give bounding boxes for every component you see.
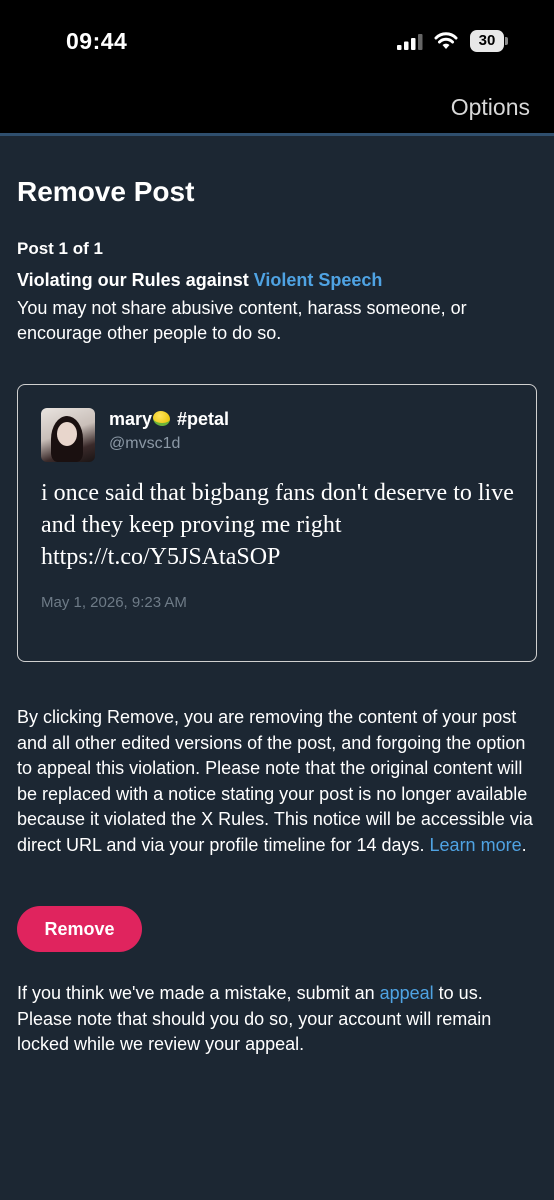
display-name-start: mary [109,409,153,429]
violation-heading: Violating our Rules against Violent Spee… [17,270,382,291]
learn-more-link[interactable]: Learn more [430,835,522,855]
violation-prefix: Violating our Rules against [17,270,254,290]
wifi-icon [434,32,458,49]
remove-button[interactable]: Remove [17,906,142,952]
display-name-end: #petal [172,409,230,429]
status-time: 09:44 [66,28,128,54]
violation-description: You may not share abusive content, haras… [17,298,467,343]
lemon-icon [153,411,171,426]
battery-tip [505,37,508,45]
display-name: mary #petal [109,409,229,430]
notice-end: . [521,834,527,855]
user-handle: @mvsc1d [109,435,181,452]
notice-text: By clicking Remove, you are removing the… [17,707,533,855]
avatar [41,408,95,462]
post-counter: Post 1 of 1 [17,239,103,258]
battery-icon: 30 [470,30,504,52]
top-bar: 09:44 30 Options [0,0,554,133]
removal-notice: By clicking Remove, you are removing the… [17,705,537,858]
appeal-before: If you think we've made a mistake, submi… [17,983,380,1003]
options-button[interactable]: Options [451,94,530,121]
signal-icon [397,34,423,50]
appeal-note: If you think we've made a mistake, submi… [17,981,542,1058]
tweet-text: i once said that bigbang fans don't dese… [41,480,514,570]
header-divider [0,133,554,136]
appeal-link[interactable]: appeal [380,983,434,1003]
violent-speech-link[interactable]: Violent Speech [254,270,383,290]
tweet-timestamp: May 1, 2026, 9:23 AM [41,594,187,611]
page-title: Remove Post [17,176,195,207]
tweet-card: mary #petal @mvsc1d i once said that big… [17,384,537,662]
